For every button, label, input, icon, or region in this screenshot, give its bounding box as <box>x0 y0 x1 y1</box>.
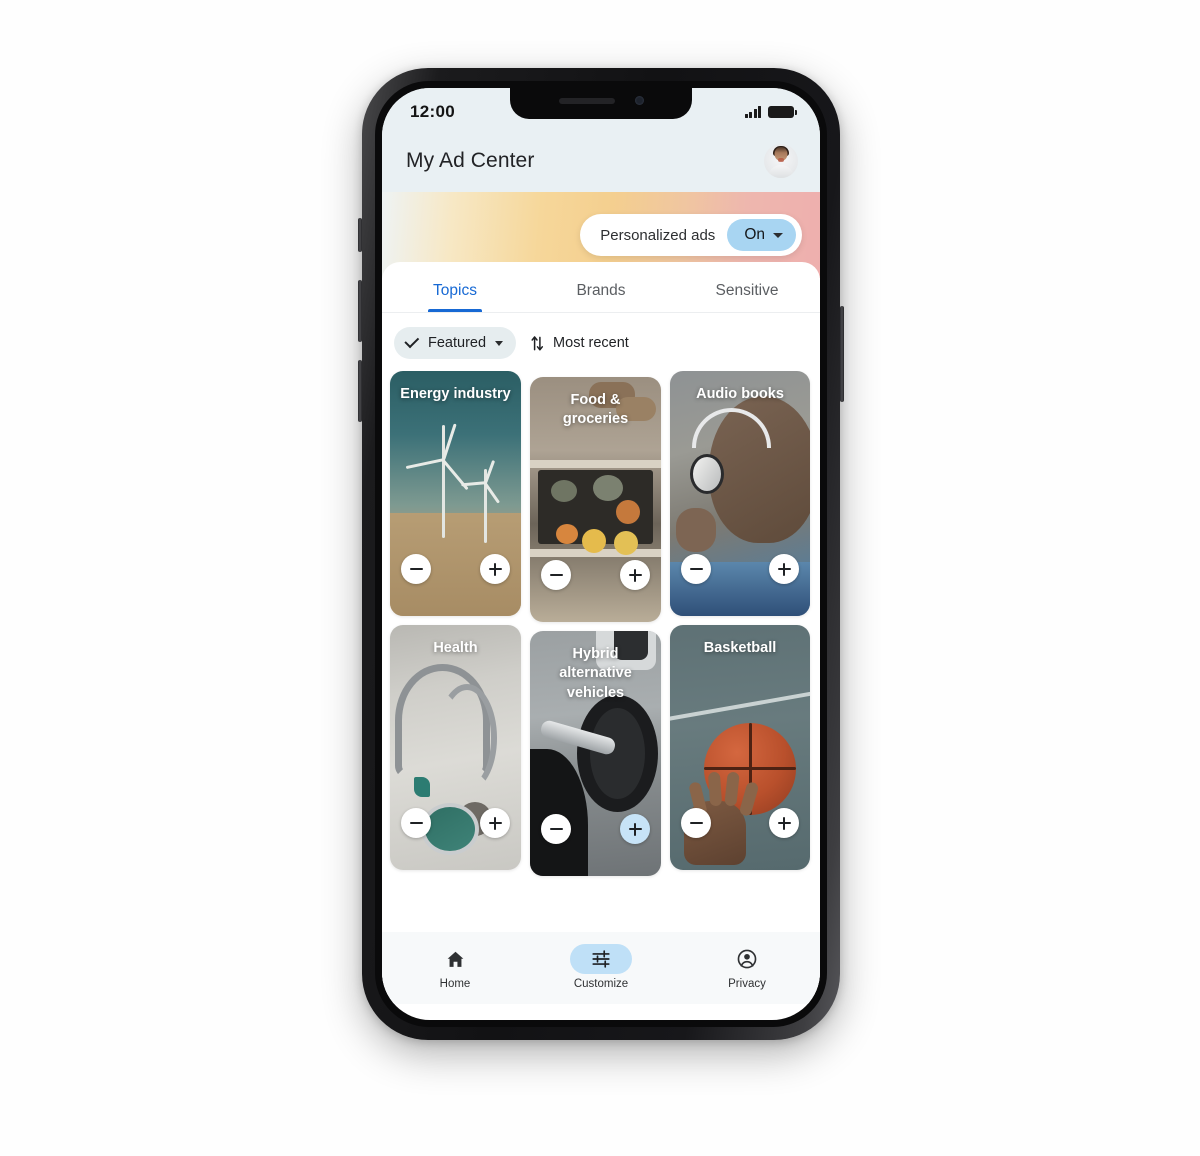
topic-card-actions <box>670 808 810 838</box>
tab-sensitive[interactable]: Sensitive <box>674 274 820 312</box>
volume-up-button[interactable] <box>358 280 362 342</box>
topic-card-title: Health <box>433 640 478 656</box>
front-camera-icon <box>634 96 644 105</box>
content-sheet: Topics Brands Sensitive Featured Most re… <box>382 262 820 1004</box>
status-indicators <box>744 106 797 118</box>
featured-chip-label: Featured <box>428 335 487 351</box>
grid-column-3: Audio books Basketball <box>670 371 810 870</box>
plus-icon-button[interactable] <box>480 808 510 838</box>
minus-icon-button[interactable] <box>541 814 571 844</box>
featured-filter-chip[interactable]: Featured <box>394 327 517 359</box>
nav-label: Privacy <box>728 978 766 990</box>
nav-label: Home <box>439 978 471 990</box>
personalized-ads-control[interactable]: Personalized ads On <box>580 214 802 256</box>
screenshot-canvas: 12:00 My Ad Center Personalized ads On T… <box>0 0 1200 1156</box>
earpiece-speaker-icon <box>558 97 615 104</box>
topic-card-title: Food & groceries <box>562 392 629 428</box>
minus-icon-button[interactable] <box>681 808 711 838</box>
sort-label: Most recent <box>553 335 629 351</box>
status-clock: 12:00 <box>410 102 455 121</box>
minus-icon-button[interactable] <box>401 554 431 584</box>
nav-item-home[interactable]: Home <box>403 944 507 990</box>
app-bar: My Ad Center <box>382 130 820 192</box>
chevron-down-icon <box>495 340 504 346</box>
phone-bezel: 12:00 My Ad Center Personalized ads On T… <box>375 81 827 1027</box>
power-button[interactable] <box>840 306 844 402</box>
topic-card-hybrid-alternative-vehicles[interactable]: Hybrid alternative vehicles <box>530 631 661 876</box>
topic-card-actions <box>530 560 661 590</box>
chevron-down-icon <box>773 232 783 238</box>
plus-icon-button[interactable] <box>480 554 510 584</box>
tab-topics[interactable]: Topics <box>382 274 528 312</box>
avatar-mouth <box>778 157 784 162</box>
volume-down-button[interactable] <box>358 360 362 422</box>
phone-notch <box>510 88 692 119</box>
nav-icon-wrap-active <box>570 944 632 974</box>
personalized-ads-toggle[interactable]: On <box>727 219 796 251</box>
topic-card-actions <box>670 554 810 584</box>
mute-switch[interactable] <box>358 218 362 252</box>
topic-card-title: Energy industry <box>400 386 511 402</box>
tab-brands[interactable]: Brands <box>528 274 674 312</box>
nav-item-privacy[interactable]: Privacy <box>695 944 799 990</box>
minus-icon-button[interactable] <box>401 808 431 838</box>
page-title: My Ad Center <box>406 149 535 172</box>
nav-icon-wrap <box>424 944 486 974</box>
plus-icon-button[interactable] <box>620 560 650 590</box>
user-avatar-photo[interactable] <box>764 144 798 178</box>
topic-card-basketball[interactable]: Basketball <box>670 625 810 870</box>
grid-column-2: Food & groceries Hybrid alternative vehi… <box>530 371 661 876</box>
phone-device-frame: 12:00 My Ad Center Personalized ads On T… <box>358 68 844 1040</box>
topic-card-title: Hybrid alternative vehicles <box>559 646 632 701</box>
check-icon <box>404 333 420 349</box>
topic-card-title: Basketball <box>703 640 777 656</box>
topic-card-health[interactable]: Health <box>390 625 521 870</box>
account-circle-icon <box>737 949 757 969</box>
topic-card-actions <box>390 808 521 838</box>
topic-card-audio-books[interactable]: Audio books <box>670 371 810 616</box>
personalized-ads-label: Personalized ads <box>600 226 716 244</box>
nav-label: Customize <box>573 978 629 990</box>
topic-card-energy-industry[interactable]: Energy industry <box>390 371 521 616</box>
plus-icon-button[interactable] <box>769 808 799 838</box>
bottom-navigation-bar: Home Customize Privacy <box>382 932 820 1004</box>
nav-item-customize[interactable]: Customize <box>549 944 653 990</box>
sort-control[interactable]: Most recent <box>530 335 629 352</box>
topics-grid[interactable]: Energy industry Health Food & groceries … <box>382 371 820 932</box>
battery-full-icon <box>768 106 797 118</box>
signal-bars-icon <box>744 106 761 118</box>
plus-icon-button-selected[interactable] <box>620 814 650 844</box>
grid-column-1: Energy industry Health <box>390 371 521 870</box>
plus-icon-button[interactable] <box>769 554 799 584</box>
sliders-icon <box>592 950 610 968</box>
tab-bar: Topics Brands Sensitive <box>382 262 820 312</box>
minus-icon-button[interactable] <box>681 554 711 584</box>
personalized-ads-value: On <box>744 226 765 243</box>
topic-card-food-groceries[interactable]: Food & groceries <box>530 377 661 622</box>
topic-card-actions <box>390 554 521 584</box>
phone-screen: 12:00 My Ad Center Personalized ads On T… <box>382 88 820 1020</box>
home-icon <box>447 951 463 967</box>
minus-icon-button[interactable] <box>541 560 571 590</box>
avatar-body <box>768 165 794 178</box>
topic-card-actions <box>530 814 661 844</box>
topic-card-title: Audio books <box>696 386 784 402</box>
nav-icon-wrap <box>716 944 778 974</box>
sort-arrows-icon <box>531 335 544 351</box>
filter-row: Featured Most recent <box>382 313 820 371</box>
